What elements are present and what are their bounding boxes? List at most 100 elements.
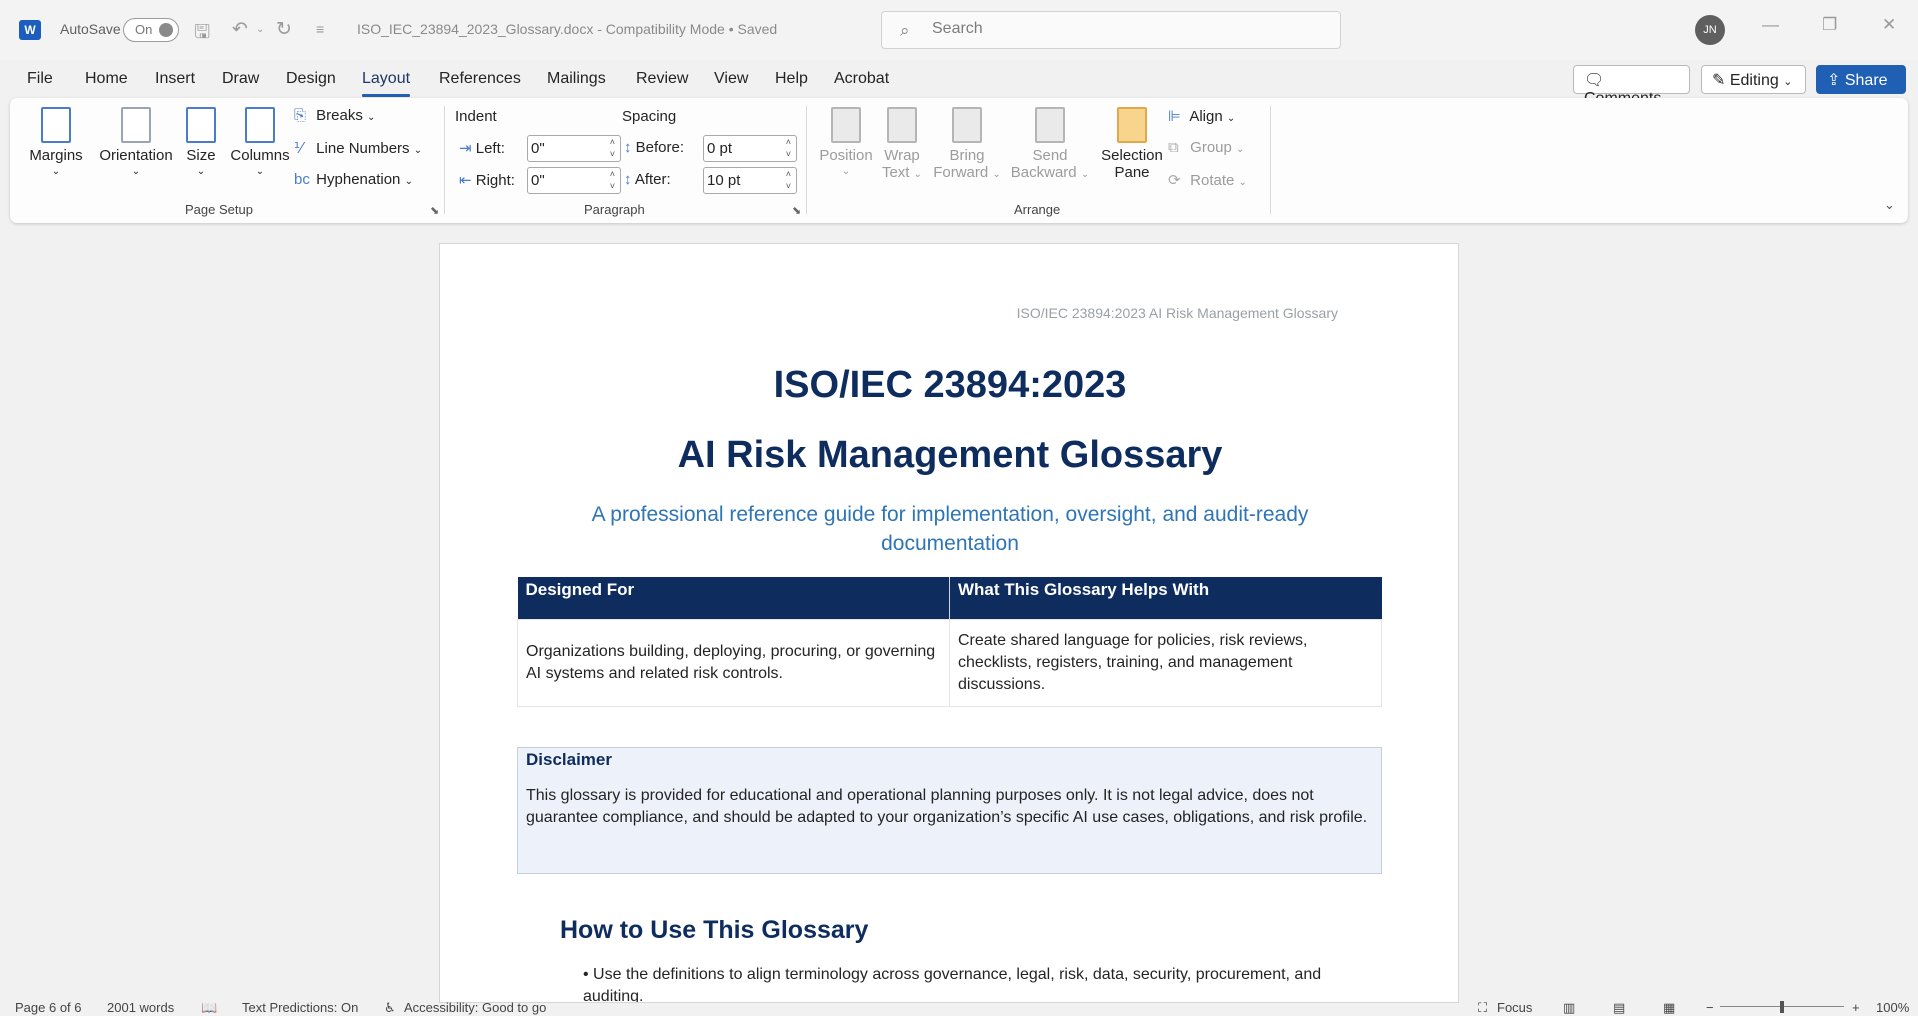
search-box[interactable]: ⌕ — [881, 11, 1341, 49]
tab-layout[interactable]: Layout — [362, 70, 411, 97]
read-mode-icon[interactable]: ▥ — [1563, 1000, 1575, 1016]
tab-design[interactable]: Design — [286, 70, 336, 88]
spinner-arrows-icon[interactable]: ˄ ˅ — [610, 136, 615, 160]
spacing-before-field[interactable]: 0 pt ˄ ˅ — [703, 135, 797, 162]
chevron-down-icon: ⌄ — [1226, 113, 1236, 124]
editing-mode-button[interactable]: ✎ Editing ⌄ — [1701, 65, 1806, 94]
toggle-knob — [159, 23, 173, 37]
zoom-out-icon[interactable]: − — [1706, 1000, 1714, 1015]
table-header-row: Designed For What This Glossary Helps Wi… — [517, 577, 1382, 619]
group-icon: ⧉ — [1168, 139, 1179, 156]
wrap-text-button[interactable]: Wrap Text ⌄ — [878, 107, 926, 181]
size-button[interactable]: Size ⌄ — [178, 107, 224, 177]
focus-icon: ⛶ — [1478, 1000, 1488, 1015]
chevron-down-icon: ⌄ — [841, 166, 851, 177]
align-label: Align — [1189, 108, 1223, 125]
pencil-icon: ✎ — [1712, 72, 1726, 89]
tab-insert[interactable]: Insert — [155, 70, 195, 88]
proofing-icon[interactable]: 📖 — [201, 1000, 217, 1016]
zoom-in-icon[interactable]: + — [1852, 1000, 1860, 1015]
disclaimer-title: Disclaimer — [526, 750, 612, 769]
send-backward-button[interactable]: Send Backward ⌄ — [1008, 107, 1092, 181]
spinner-arrows-icon[interactable]: ˄ ˅ — [786, 136, 791, 160]
focus-mode[interactable]: Focus — [1497, 1000, 1532, 1015]
divider — [444, 106, 445, 214]
bring-forward-button[interactable]: Bring Forward ⌄ — [930, 107, 1004, 181]
tab-review[interactable]: Review — [636, 70, 688, 88]
breaks-button[interactable]: ⎘ Breaks ⌄ — [294, 107, 375, 124]
undo-icon[interactable]: ↶ — [232, 18, 248, 41]
chevron-down-icon: ⌄ — [1783, 76, 1793, 88]
selection-pane-label-1: Selection — [1101, 147, 1163, 164]
tab-help[interactable]: Help — [775, 70, 808, 88]
group-button[interactable]: ⧉ Group ⌄ — [1168, 139, 1244, 156]
tab-references[interactable]: References — [439, 70, 521, 88]
share-icon: ⇪ — [1827, 72, 1841, 89]
document-title[interactable]: ISO_IEC_23894_2023_Glossary.docx - Compa… — [357, 21, 777, 37]
columns-button[interactable]: Columns ⌄ — [225, 107, 295, 177]
document-subtitle: A professional reference guide for imple… — [591, 503, 1309, 555]
tab-draw[interactable]: Draw — [222, 70, 259, 88]
text-predictions[interactable]: Text Predictions: On — [242, 1000, 358, 1015]
indent-left-text: Left: — [475, 140, 505, 157]
table-cell: Create shared language for policies, ris… — [949, 618, 1382, 707]
zoom-slider-thumb[interactable] — [1780, 1001, 1784, 1013]
tab-mailings[interactable]: Mailings — [547, 70, 606, 88]
zoom-level[interactable]: 100% — [1876, 1000, 1909, 1015]
spinner-arrows-icon[interactable]: ˄ ˅ — [786, 168, 791, 192]
comments-button[interactable]: 🗨 Comments — [1573, 65, 1690, 107]
share-button[interactable]: ⇪ Share ⌄ — [1816, 65, 1906, 106]
document-page[interactable]: ISO/IEC 23894:2023 AI Risk Management Gl… — [439, 243, 1459, 1003]
minimize-icon[interactable]: — — [1762, 15, 1779, 35]
status-bar: Page 6 of 6 2001 words 📖 Text Prediction… — [0, 1000, 1918, 1016]
size-label: Size — [186, 147, 216, 164]
line-numbers-button[interactable]: ⅟ Line Numbers ⌄ — [294, 139, 422, 157]
accessibility-status[interactable]: Accessibility: Good to go — [404, 1000, 546, 1015]
spacing-after-field[interactable]: 10 pt ˄ ˅ — [703, 167, 797, 194]
page-setup-launcher-icon[interactable]: ⬊ — [430, 204, 439, 217]
indent-left-icon: ⇥ — [459, 140, 472, 157]
page-count[interactable]: Page 6 of 6 — [15, 1000, 82, 1015]
restore-icon[interactable]: ❐ — [1822, 15, 1837, 35]
group-label: Group — [1190, 139, 1232, 156]
line-numbers-label: Line Numbers — [316, 140, 410, 157]
avatar[interactable]: JN — [1695, 15, 1725, 45]
chevron-down-icon: ⌄ — [913, 169, 923, 180]
indent-left-value: 0" — [531, 140, 545, 157]
tab-home[interactable]: Home — [85, 70, 128, 88]
spacing-after-icon: ↕ — [624, 171, 632, 188]
autosave-toggle[interactable]: On — [123, 18, 179, 42]
save-icon[interactable]: 🖫 — [194, 18, 210, 50]
print-layout-icon[interactable]: ▤ — [1613, 1000, 1625, 1016]
indent-right-field[interactable]: 0" ˄ ˅ — [527, 167, 621, 194]
position-button[interactable]: Position ⌄ — [816, 107, 876, 177]
redo-icon[interactable]: ↻ — [276, 18, 292, 41]
tab-file[interactable]: File — [27, 70, 53, 88]
word-count[interactable]: 2001 words — [107, 1000, 174, 1015]
chevron-down-icon: ⌄ — [255, 166, 265, 177]
collapse-ribbon-icon[interactable]: ⌄ — [1884, 197, 1895, 213]
tab-view[interactable]: View — [714, 70, 748, 88]
bring-forward-icon — [952, 107, 982, 143]
selection-pane-icon — [1117, 107, 1147, 143]
spacing-after-value: 10 pt — [707, 172, 741, 189]
spinner-arrows-icon[interactable]: ˄ ˅ — [610, 168, 615, 192]
selection-pane-button[interactable]: Selection Pane — [1095, 107, 1169, 181]
rotate-button[interactable]: ⟳ Rotate ⌄ — [1168, 171, 1247, 189]
accessibility-icon: ♿ — [384, 1000, 396, 1015]
paragraph-launcher-icon[interactable]: ⬊ — [792, 204, 801, 217]
orientation-button[interactable]: Orientation ⌄ — [88, 107, 184, 177]
close-icon[interactable]: ✕ — [1882, 15, 1896, 35]
table-header-cell: What This Glossary Helps With — [949, 577, 1382, 619]
web-layout-icon[interactable]: ▦ — [1663, 1000, 1675, 1016]
hyphenation-button[interactable]: bc Hyphenation ⌄ — [294, 171, 413, 188]
spacing-before-icon: ↕ — [624, 139, 632, 156]
margins-button[interactable]: Margins ⌄ — [26, 107, 86, 177]
indent-right-value: 0" — [531, 172, 545, 189]
undo-dropdown-icon[interactable]: ⌄ — [256, 24, 264, 35]
indent-left-field[interactable]: 0" ˄ ˅ — [527, 135, 621, 162]
search-input[interactable] — [932, 20, 1312, 38]
tab-acrobat[interactable]: Acrobat — [834, 70, 889, 88]
align-button[interactable]: ⊫ Align ⌄ — [1168, 107, 1235, 125]
customize-toolbar-icon[interactable]: ≡ — [316, 21, 324, 37]
